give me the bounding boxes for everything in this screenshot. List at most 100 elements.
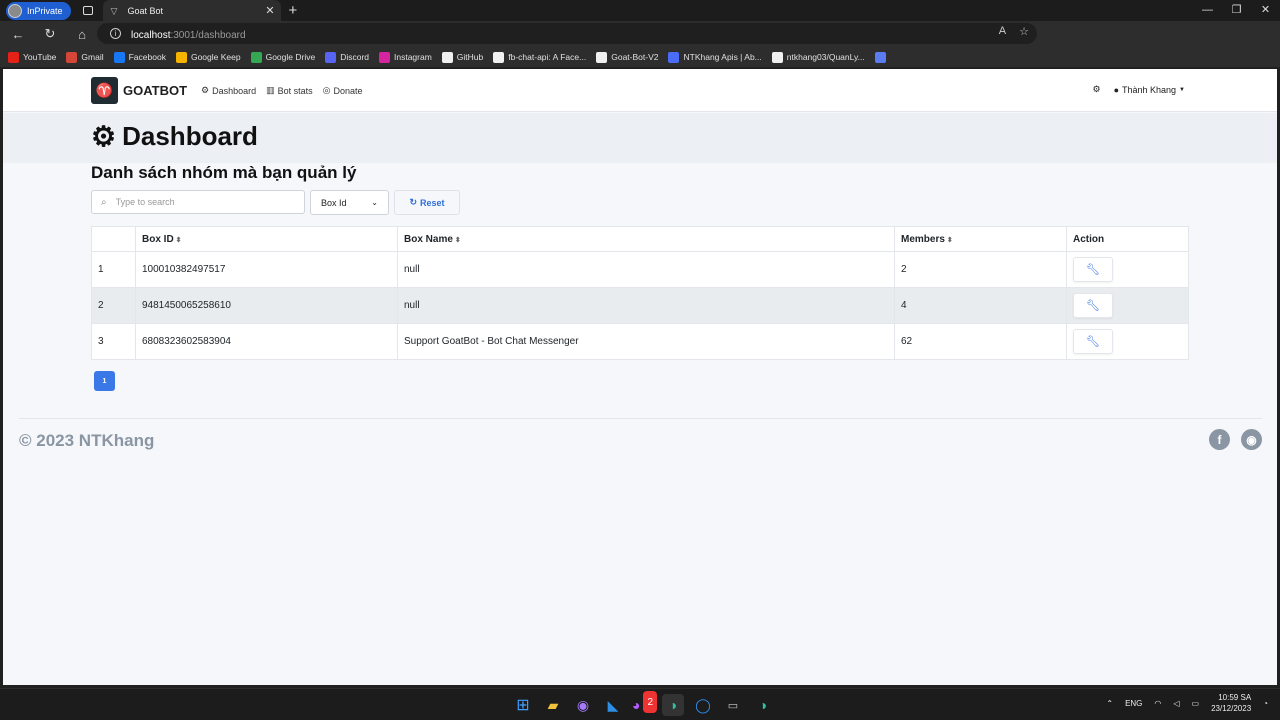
volume-icon[interactable]: ◁ [1173, 699, 1179, 708]
page-title-text: Dashboard [122, 121, 258, 151]
col-action: Action [1066, 226, 1189, 252]
info-icon[interactable]: i [110, 28, 121, 39]
col-box-name[interactable]: Box Name ⬍ [397, 226, 895, 252]
site-navbar: ♈ GOATBOT ⚙ Dashboard ▥ Bot stats ◎ Donate … [3, 69, 1277, 112]
bookmark-item[interactable]: GitHub [441, 51, 483, 63]
url-host: localhost [131, 29, 171, 41]
search-box[interactable]: ⌕ [91, 190, 305, 214]
chevron-down-icon: ⌄ [371, 198, 378, 207]
terminal-icon[interactable]: ▭ [722, 694, 744, 716]
row-box-id: 100010382497517 [135, 251, 398, 288]
bookmark-item[interactable]: Gmail [66, 51, 104, 63]
chevron-up-icon[interactable]: ⌃ [1106, 699, 1113, 708]
chart-icon: ▥ [266, 85, 275, 95]
nav-dashboard[interactable]: ⚙ Dashboard [201, 85, 256, 96]
clock-date: 23/12/2023 [1211, 704, 1252, 713]
col-members[interactable]: Members ⬍ [894, 226, 1067, 252]
nav-label: Bot stats [277, 85, 313, 96]
edge-dev-icon[interactable]: ◑ [752, 694, 774, 716]
goat-logo-icon[interactable]: ♈ [91, 77, 118, 104]
file-explorer-icon[interactable]: ▰ [542, 694, 564, 716]
bookmark-label: fb-chat-api: A Face... [508, 52, 587, 62]
brand-name[interactable]: GOATBOT [123, 83, 187, 98]
reset-label: Reset [420, 197, 445, 208]
restore-icon[interactable]: ❐ [1222, 0, 1251, 21]
new-tab-icon[interactable]: + [289, 2, 298, 19]
clock[interactable]: 10:59 SA 23/12/2023 [1211, 692, 1251, 714]
groups-table: Box ID ⬍ Box Name ⬍ Members ⬍ Action 1 1000… [91, 226, 1189, 360]
back-icon[interactable]: ← [4, 27, 32, 42]
row-members: 4 [894, 287, 1067, 324]
pagination-page-button[interactable]: 1 [94, 371, 115, 391]
vscode-icon[interactable]: ◣ [602, 694, 624, 716]
wrench-icon: 🔧︎ [1086, 336, 1100, 348]
user-menu[interactable]: ● Thành Khang ▼ [1114, 85, 1185, 95]
favorite-star-icon[interactable]: ☆ [1019, 25, 1029, 38]
tab-actions-icon[interactable] [82, 6, 93, 15]
battery-icon[interactable]: ▭ [1192, 699, 1200, 708]
sort-icon[interactable]: ⬍ [176, 237, 182, 244]
edit-wrench-button[interactable]: 🔧︎ [1073, 329, 1113, 354]
col-box-id[interactable]: Box ID ⬍ [135, 226, 398, 252]
tab-close-icon[interactable]: ✕ [265, 4, 274, 17]
caret-down-icon: ▼ [1179, 86, 1185, 93]
zalo-icon[interactable]: ◯ [692, 694, 714, 716]
notification-bell-icon[interactable]: ◔ [1263, 699, 1268, 708]
translate-bookmark-icon[interactable] [874, 51, 886, 63]
bookmark-item[interactable]: YouTube [8, 51, 56, 63]
facebook-icon[interactable]: f [1209, 429, 1230, 450]
settings-gear-icon[interactable]: ⚙ [1092, 84, 1100, 95]
bookmark-item[interactable]: Facebook [113, 51, 166, 63]
sort-icon[interactable]: ⬍ [947, 237, 953, 244]
reset-button[interactable]: ↻ Reset [394, 190, 460, 215]
bookmark-favicon-icon [379, 51, 390, 63]
row-box-name: null [397, 251, 895, 288]
minimize-icon[interactable]: — [1193, 0, 1222, 21]
bookmark-favicon-icon [441, 51, 453, 63]
refresh-icon[interactable]: ↻ [36, 26, 64, 42]
edit-wrench-button[interactable]: 🔧︎ [1073, 257, 1113, 282]
bookmark-item[interactable]: Google Drive [250, 51, 315, 63]
window-close-icon[interactable]: ✕ [1251, 0, 1280, 21]
col-label: Members [901, 233, 945, 245]
row-action: 🔧︎ [1066, 287, 1189, 324]
filter-select[interactable]: Box Id ⌄ [310, 190, 389, 215]
home-icon[interactable]: ⌂ [68, 27, 96, 42]
wrench-icon: 🔧︎ [1086, 300, 1100, 312]
bookmark-item[interactable]: Google Keep [175, 51, 241, 63]
sort-icon[interactable]: ⬍ [455, 237, 461, 244]
bookmark-favicon-icon [596, 51, 608, 63]
table-row: 2 9481450065258610 null 4 🔧︎ [91, 287, 1189, 324]
profile-avatar [8, 3, 22, 18]
edit-wrench-button[interactable]: 🔧︎ [1073, 293, 1113, 318]
wifi-icon[interactable]: ◠ [1154, 699, 1161, 708]
bookmark-item[interactable]: NTKhang Apis | Ab... [668, 51, 762, 63]
bookmark-item[interactable]: Instagram [379, 51, 432, 63]
refresh-icon: ↻ [409, 197, 418, 207]
row-action: 🔧︎ [1066, 323, 1189, 360]
bookmark-item[interactable]: ntkhang03/QuanLy... [771, 51, 865, 63]
github-desktop-icon[interactable]: ◉ [572, 694, 594, 716]
donate-icon: ◎ [322, 85, 331, 95]
bookmark-item[interactable]: fb-chat-api: A Face... [493, 51, 587, 63]
messenger-icon[interactable]: ◕ 2 [632, 691, 657, 716]
nav-donate[interactable]: ◎ Donate [323, 85, 363, 96]
gear-icon: ⚙ [201, 85, 210, 95]
bookmark-item[interactable]: Goat-Bot-V2 [596, 51, 658, 63]
language-indicator[interactable]: ENG [1125, 699, 1142, 708]
read-aloud-icon[interactable]: A [999, 25, 1006, 38]
github-icon[interactable]: ◉ [1241, 429, 1262, 450]
bookmark-item[interactable]: Discord [325, 51, 369, 63]
bookmark-favicon-icon [175, 51, 187, 63]
edge-icon[interactable]: ◑ [662, 694, 684, 716]
nav-bot-stats[interactable]: ▥ Bot stats [266, 85, 313, 96]
windows-start-icon[interactable]: ⊞ [512, 694, 534, 716]
inprivate-badge[interactable]: InPrivate [6, 1, 71, 20]
row-index: 1 [91, 251, 136, 288]
address-bar[interactable]: i localhost:3001/dashboard A ☆ [97, 23, 1037, 44]
user-icon: ● [1113, 84, 1119, 95]
footer-copyright: © 2023 NTKhang [19, 431, 155, 450]
browser-tab[interactable]: ▽ Goat Bot ✕ [102, 0, 281, 21]
search-input[interactable] [115, 197, 286, 207]
row-box-name: null [397, 287, 895, 324]
